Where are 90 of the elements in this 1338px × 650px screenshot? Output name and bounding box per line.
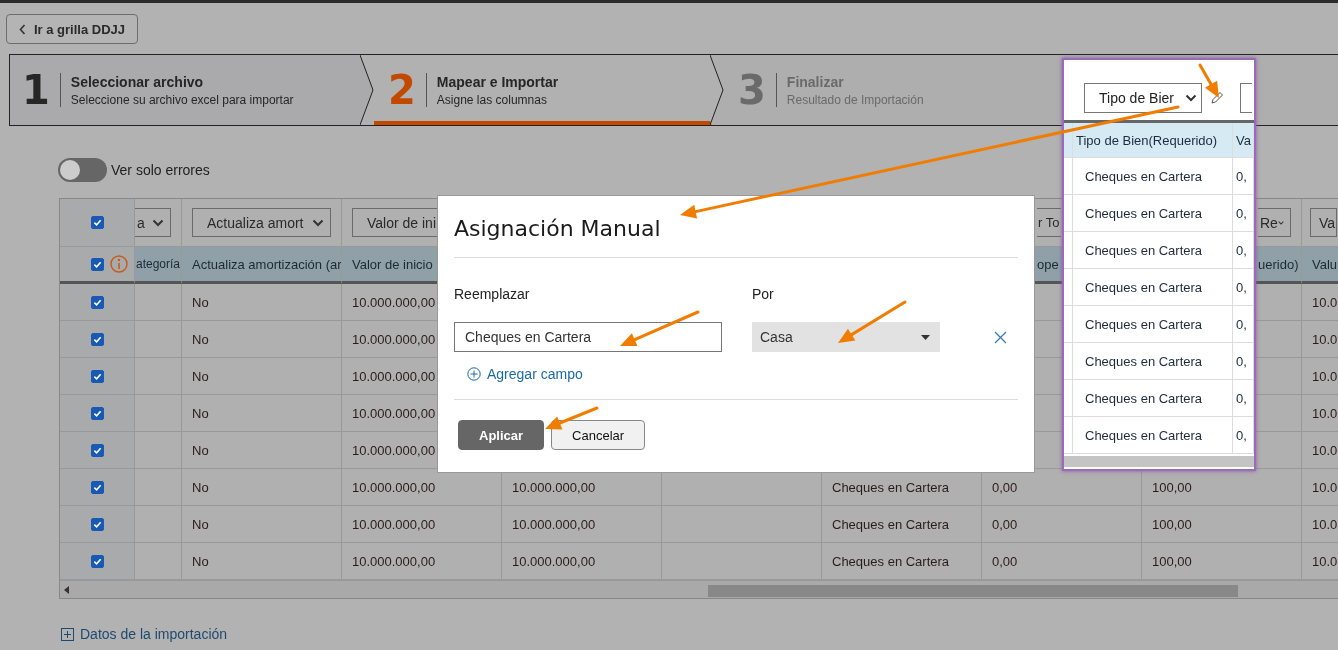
checkbox[interactable] (91, 443, 104, 457)
horizontal-scrollbar[interactable] (60, 580, 1338, 598)
table-cell: 0, (1233, 158, 1254, 195)
step-subtitle: Resultado de Importación (786, 92, 924, 107)
table-cell: No (182, 506, 342, 543)
import-data-link[interactable]: Datos de la importación (61, 626, 228, 642)
table-cell: Cheques en Cartera (1073, 380, 1233, 417)
table-cell: Cheques en Cartera (1073, 269, 1233, 306)
annotation-arrow (838, 300, 907, 343)
annotation-arrow (1198, 63, 1219, 98)
step-subtitle: Seleccione su archivo excel para importar (70, 92, 294, 107)
checkbox[interactable] (91, 406, 104, 420)
table-cell: 10.0 (1302, 358, 1338, 395)
chevron-down-icon (152, 218, 164, 227)
table-cell: 0,00 (982, 506, 1142, 543)
dropdown[interactable]: Casa (752, 322, 940, 352)
column-header: Actualiza amortización (ar (182, 247, 342, 284)
column-header: Valu (1302, 247, 1338, 284)
checkbox[interactable] (91, 369, 104, 383)
pencil-icon[interactable] (1210, 91, 1224, 105)
column-select[interactable] (1240, 83, 1252, 113)
table-cell: 10.0 (1302, 506, 1338, 543)
table-cell: 10.0 (1302, 321, 1338, 358)
table-cell: No (182, 469, 342, 506)
step-subtitle: Asigne las columnas (436, 92, 548, 107)
column-select[interactable]: Tipo de Bier (1084, 83, 1202, 113)
annotation-arrow (545, 406, 599, 430)
toggle-switch[interactable] (58, 158, 107, 182)
step-title: Seleccionar archivo (70, 73, 205, 90)
table-cell: 0, (1233, 195, 1254, 232)
table-cell: 10.0 (1302, 395, 1338, 432)
step-number: 2 (388, 70, 416, 110)
scrollbar-thumb[interactable] (708, 585, 1238, 597)
input-field[interactable]: Cheques en Cartera (454, 322, 722, 352)
step-title: Mapear e Importar (436, 73, 559, 90)
column-select[interactable]: Actualiza amort (192, 208, 331, 237)
table-cell: Cheques en Cartera (1073, 195, 1233, 232)
checkbox[interactable] (91, 480, 104, 494)
table-cell: 10.000.000,00 (502, 506, 662, 543)
table-cell: Cheques en Cartera (822, 506, 982, 543)
table-cell: 0, (1233, 417, 1254, 454)
table-cell: Cheques en Cartera (1073, 417, 1233, 454)
table-cell: No (182, 358, 342, 395)
column-select[interactable]: a (135, 208, 171, 237)
table-cell: 0, (1233, 269, 1254, 306)
chevron-left-icon (19, 23, 26, 35)
table-cell: 0, (1233, 306, 1254, 343)
table-cell: Cheques en Cartera (1073, 232, 1233, 269)
column-select[interactable]: Re (1258, 208, 1291, 237)
chevron-down-icon (312, 218, 324, 227)
toggle-label: Ver solo errores (111, 162, 210, 178)
table-cell: 10.0 (1302, 469, 1338, 506)
checkbox[interactable] (91, 257, 104, 271)
step-number: 3 (738, 70, 766, 110)
checkbox[interactable] (91, 554, 104, 568)
table-cell: Cheques en Cartera (1073, 343, 1233, 380)
caret-icon (921, 334, 930, 340)
column-header: Tipo de Bien(Requerido) (1073, 123, 1233, 158)
table-cell: No (182, 284, 342, 321)
column-header (1064, 123, 1073, 158)
column-header: ategoría (135, 247, 182, 284)
table-cell: 0, (1233, 232, 1254, 269)
step-title: Finalizar (786, 73, 845, 90)
table-cell: No (182, 321, 342, 358)
table-cell: 100,00 (1142, 506, 1302, 543)
checkbox[interactable] (91, 216, 104, 229)
table-cell: 0, (1233, 343, 1254, 380)
table-cell: 10.000.000,00 (342, 506, 502, 543)
scroll-left-icon[interactable] (64, 586, 70, 594)
column-select[interactable]: Va (1310, 208, 1337, 237)
expand-plus-icon (61, 627, 74, 641)
table-cell: Cheques en Cartera (1073, 158, 1233, 195)
checkbox[interactable] (91, 332, 104, 346)
table-cell: 10.0 (1302, 432, 1338, 469)
table-cell: No (182, 432, 342, 469)
back-button[interactable]: Ir a grilla DDJJ (6, 14, 139, 44)
plus-circle-icon (467, 367, 481, 381)
table-cell: 10.0 (1302, 284, 1338, 321)
step-number: 1 (22, 70, 50, 110)
checkbox[interactable] (91, 517, 104, 531)
table-cell: Cheques en Cartera (1073, 306, 1233, 343)
field-label: Por (752, 286, 775, 302)
table-cell: 0, (1233, 380, 1254, 417)
column-select[interactable]: r To (1037, 208, 1061, 237)
cancel-button[interactable]: Cancelar (551, 420, 646, 450)
checkbox[interactable] (91, 295, 104, 309)
table-cell: No (182, 395, 342, 432)
chevron-down-icon (1185, 94, 1197, 102)
apply-button[interactable]: Aplicar (458, 420, 545, 450)
column-header: Va (1233, 123, 1254, 158)
